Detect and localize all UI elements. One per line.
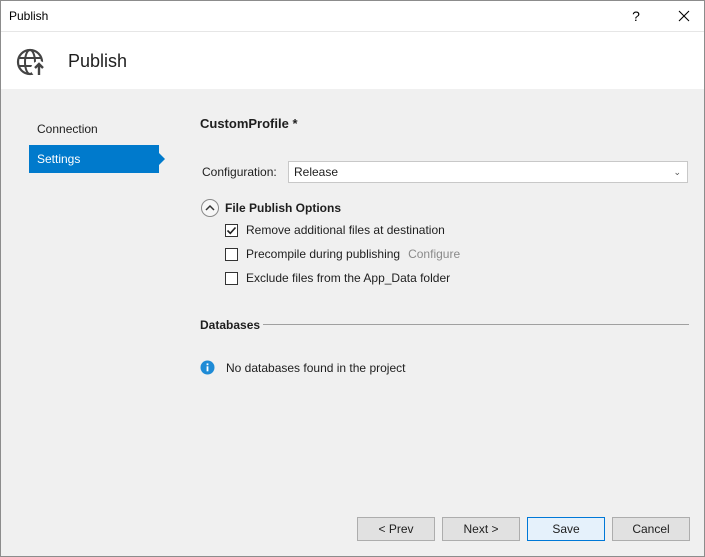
- option-remove-additional-files[interactable]: Remove additional files at destination: [225, 222, 445, 238]
- chevron-up-icon: [205, 204, 215, 211]
- help-button[interactable]: ?: [621, 1, 651, 31]
- databases-title: Databases: [200, 318, 261, 332]
- close-button[interactable]: [665, 1, 703, 31]
- file-publish-options-title: File Publish Options: [225, 201, 342, 215]
- option-label: Remove additional files at destination: [246, 223, 445, 237]
- section-divider: [263, 324, 689, 325]
- configuration-select[interactable]: Release ⌄: [288, 161, 688, 183]
- checkmark-icon: [226, 226, 237, 234]
- option-exclude-app-data[interactable]: Exclude files from the App_Data folder: [225, 270, 450, 286]
- configuration-label: Configuration:: [202, 165, 277, 179]
- nav-item-settings[interactable]: Settings: [29, 145, 165, 173]
- publish-dialog: Publish ? Publish Connection Settings Cu…: [0, 0, 705, 557]
- globe-publish-icon: [16, 48, 47, 77]
- configure-link[interactable]: Configure: [408, 247, 460, 261]
- no-databases-message: No databases found in the project: [226, 361, 406, 375]
- option-precompile[interactable]: Precompile during publishing Configure: [225, 246, 460, 262]
- chevron-down-icon: ⌄: [673, 167, 681, 177]
- header-title: Publish: [68, 51, 128, 71]
- checkbox-checked[interactable]: [225, 223, 238, 237]
- prev-button[interactable]: < Prev: [357, 517, 435, 541]
- configuration-value: Release: [294, 165, 339, 179]
- profile-title: CustomProfile *: [200, 116, 298, 131]
- cancel-button[interactable]: Cancel: [612, 517, 690, 541]
- close-icon: [678, 10, 690, 22]
- checkbox-unchecked[interactable]: [225, 271, 238, 285]
- save-button[interactable]: Save: [527, 517, 605, 541]
- option-label: Exclude files from the App_Data folder: [246, 271, 451, 285]
- header-banner: Publish: [1, 31, 704, 89]
- window-title: Publish: [9, 9, 49, 23]
- collapse-toggle-button[interactable]: [201, 199, 219, 217]
- next-button[interactable]: Next >: [442, 517, 520, 541]
- nav-item-connection[interactable]: Connection: [29, 115, 159, 143]
- info-icon: [200, 360, 215, 375]
- checkbox-unchecked[interactable]: [225, 247, 238, 261]
- title-bar: Publish ?: [1, 1, 704, 31]
- option-label: Precompile during publishing: [246, 247, 401, 261]
